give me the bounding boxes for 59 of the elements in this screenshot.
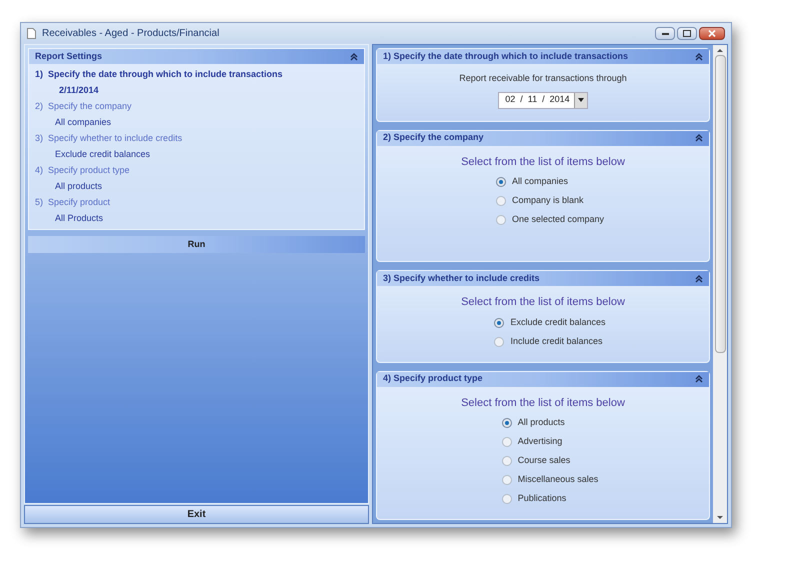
radio-option[interactable]: Course sales <box>502 453 598 469</box>
settings-step-value: Exclude credit balances <box>54 148 152 161</box>
close-button[interactable] <box>699 27 725 40</box>
caret-icon <box>578 98 584 102</box>
radio-button[interactable] <box>494 318 504 328</box>
settings-step-link[interactable]: 2) Specify the company <box>35 98 358 114</box>
document-icon <box>27 28 36 39</box>
radio-option[interactable]: Include credit balances <box>494 334 606 350</box>
radio-button[interactable] <box>494 336 504 346</box>
scrollbar[interactable] <box>713 45 727 523</box>
collapse-icon[interactable] <box>695 274 703 282</box>
collapse-icon[interactable] <box>695 52 703 60</box>
radio-button[interactable] <box>496 177 506 187</box>
settings-step-link[interactable]: 5) Specify product <box>35 194 358 210</box>
minimize-button[interactable] <box>655 27 675 40</box>
panel-title: Report Settings <box>35 50 102 63</box>
section-title: 1) Specify the date through which to include transactions <box>383 50 628 63</box>
radio-option[interactable]: Advertising <box>502 434 598 450</box>
radio-option[interactable]: All companies <box>496 174 604 190</box>
radio-button[interactable] <box>502 494 512 504</box>
exit-button[interactable]: Exit <box>24 505 369 524</box>
settings-step-value: 2/11/2014 <box>58 84 100 97</box>
radio-button[interactable] <box>496 196 506 206</box>
list-prompt: Select from the list of items below <box>461 396 625 410</box>
section-title: 2) Specify the company <box>383 131 484 144</box>
dropdown-button[interactable] <box>574 92 587 108</box>
maximize-icon <box>683 30 691 37</box>
run-button[interactable]: Run <box>28 236 365 253</box>
radio-button[interactable] <box>496 215 506 225</box>
radio-option[interactable]: Company is blank <box>496 193 604 209</box>
radio-option[interactable]: All products <box>502 415 598 431</box>
close-icon <box>708 30 716 37</box>
radio-option[interactable]: Publications <box>502 491 598 507</box>
settings-step-link[interactable]: 1) Specify the date through which to include transactions <box>35 66 358 82</box>
date-field[interactable]: 02 / 11 / 2014 <box>498 92 588 108</box>
radio-option[interactable]: Exclude credit balances <box>494 314 606 330</box>
list-prompt: Select from the list of items below <box>461 154 625 170</box>
settings-step-link[interactable]: 4) Specify product type <box>35 162 358 178</box>
collapse-icon[interactable] <box>695 134 703 142</box>
settings-step-value: All companies <box>54 116 112 129</box>
minimize-icon <box>662 32 668 34</box>
settings-step-link[interactable]: 3) Specify whether to include credits <box>35 130 358 146</box>
radio-option[interactable]: One selected company <box>496 212 604 228</box>
radio-button[interactable] <box>502 475 512 485</box>
section-title: 3) Specify whether to include credits <box>383 272 540 285</box>
radio-option[interactable]: Miscellaneous sales <box>502 472 598 488</box>
settings-step-value: All products <box>54 180 104 193</box>
radio-button[interactable] <box>502 456 512 466</box>
window-title: Receivables - Aged - Products/Financial <box>42 27 220 41</box>
scroll-thumb[interactable] <box>714 55 726 353</box>
collapse-icon[interactable] <box>350 52 358 60</box>
collapse-icon[interactable] <box>695 375 703 383</box>
section-title: 4) Specify product type <box>383 372 483 386</box>
list-prompt: Select from the list of items below <box>461 295 625 310</box>
radio-button[interactable] <box>502 418 512 428</box>
maximize-button[interactable] <box>677 27 697 40</box>
settings-step-value: All Products <box>54 212 104 225</box>
date-prompt: Report receivable for transactions through <box>459 72 627 85</box>
radio-button[interactable] <box>502 437 512 447</box>
